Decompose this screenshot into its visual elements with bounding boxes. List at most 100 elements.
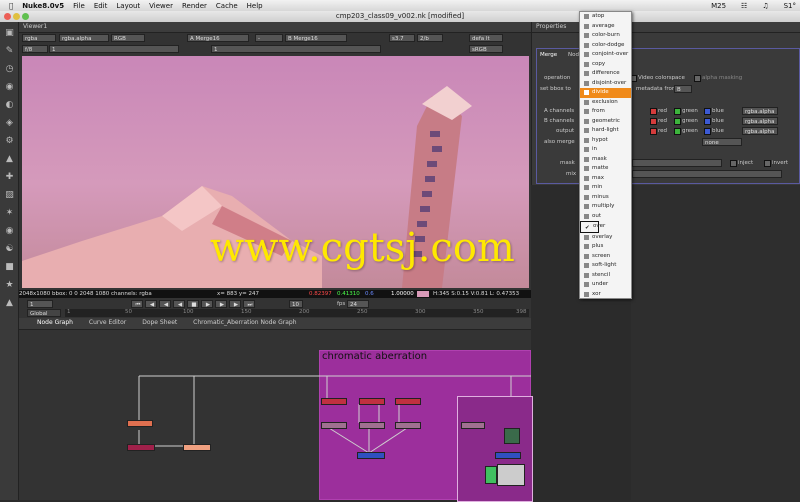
- inner-node-2[interactable]: [495, 452, 521, 459]
- ca-blue-node[interactable]: [395, 398, 421, 405]
- frame-field[interactable]: 1: [27, 300, 53, 308]
- menu-edit[interactable]: Edit: [94, 2, 108, 10]
- out-green-checkbox[interactable]: [674, 128, 681, 135]
- inner-node-4[interactable]: [497, 464, 525, 486]
- play-icon[interactable]: ▶: [201, 300, 213, 308]
- menu-file[interactable]: File: [73, 2, 85, 10]
- transform-tool-icon[interactable]: ✚: [4, 172, 15, 183]
- b-red-checkbox[interactable]: [650, 118, 657, 125]
- gain-slider[interactable]: 1: [49, 45, 179, 53]
- op-multiply[interactable]: multiply: [580, 202, 631, 212]
- time-tool-icon[interactable]: ◷: [4, 64, 15, 75]
- b-blue-checkbox[interactable]: [704, 118, 711, 125]
- menu-viewer[interactable]: Viewer: [149, 2, 173, 10]
- out-red-checkbox[interactable]: [650, 128, 657, 135]
- out-alpha-select[interactable]: rgba.alpha: [742, 127, 778, 135]
- op-in[interactable]: in: [580, 145, 631, 155]
- op-screen[interactable]: screen: [580, 252, 631, 262]
- next-key-icon[interactable]: ▶: [229, 300, 241, 308]
- ca-red-node[interactable]: [321, 398, 347, 405]
- stop-icon[interactable]: ■: [187, 300, 199, 308]
- close-icon[interactable]: [4, 13, 11, 20]
- viewer-node[interactable]: [504, 428, 520, 444]
- mask-select[interactable]: [632, 159, 722, 167]
- a-alpha-select[interactable]: rgba.alpha: [742, 107, 778, 115]
- grade-node[interactable]: [127, 420, 153, 427]
- op-over[interactable]: ✔ over: [580, 221, 605, 233]
- op-from[interactable]: from: [580, 107, 631, 117]
- image-tool-icon[interactable]: ▣: [4, 28, 15, 39]
- op-copy[interactable]: copy: [580, 60, 631, 70]
- mix-slider[interactable]: [632, 170, 782, 178]
- inner-backdrop[interactable]: [457, 396, 533, 502]
- next-frame-icon[interactable]: ▶: [215, 300, 227, 308]
- op-soft-light[interactable]: soft-light: [580, 261, 631, 271]
- inner-node-3[interactable]: [485, 466, 497, 484]
- op-hypot[interactable]: hypot: [580, 136, 631, 146]
- playbar-frame[interactable]: 10: [289, 300, 303, 308]
- inject-checkbox[interactable]: [730, 160, 737, 167]
- op-disjoint-over[interactable]: disjoint-over: [580, 79, 631, 89]
- invert-checkbox[interactable]: [764, 160, 771, 167]
- blend-select[interactable]: -: [255, 34, 283, 42]
- op-hard-light[interactable]: hard-light: [580, 126, 631, 136]
- last-frame-icon[interactable]: ⏭: [243, 300, 255, 308]
- op-min[interactable]: min: [580, 183, 631, 193]
- global-select[interactable]: Global: [27, 309, 61, 317]
- op-mask[interactable]: mask: [580, 155, 631, 165]
- op-stencil[interactable]: stencil: [580, 271, 631, 281]
- shuffle-node[interactable]: [127, 444, 155, 451]
- app-menu[interactable]: Nuke8.0v5: [22, 2, 64, 10]
- 3d-tool-icon[interactable]: ▨: [4, 190, 15, 201]
- op-xor[interactable]: xor: [580, 290, 631, 300]
- gain-field[interactable]: f/8: [22, 45, 48, 53]
- op-out[interactable]: out: [580, 212, 631, 222]
- op-color-dodge[interactable]: color-dodge: [580, 41, 631, 51]
- op-atop[interactable]: atop: [580, 12, 631, 22]
- draw-tool-icon[interactable]: ✎: [4, 46, 15, 57]
- keyer-tool-icon[interactable]: ⚙: [4, 136, 15, 147]
- metadata-select[interactable]: B: [674, 85, 692, 93]
- minimize-icon[interactable]: [13, 13, 20, 20]
- ca-transform-g[interactable]: [359, 422, 385, 429]
- toolsets-tool-icon[interactable]: ■: [4, 262, 15, 273]
- op-color-burn[interactable]: color-burn: [580, 31, 631, 41]
- size-select[interactable]: 2/b: [417, 34, 443, 42]
- op-max[interactable]: max: [580, 174, 631, 184]
- inner-node-1[interactable]: [461, 422, 485, 429]
- play-back-icon[interactable]: ◀: [173, 300, 185, 308]
- fps-field[interactable]: 24: [347, 300, 369, 308]
- filter-tool-icon[interactable]: ◈: [4, 118, 15, 129]
- op-average[interactable]: average: [580, 22, 631, 32]
- first-frame-icon[interactable]: ⏮: [131, 300, 143, 308]
- merge-node[interactable]: [183, 444, 211, 451]
- properties-tab[interactable]: Properties: [536, 23, 566, 30]
- channel-tool-icon[interactable]: ◉: [4, 82, 15, 93]
- wifi-icon[interactable]: ☷: [741, 2, 747, 10]
- a-green-checkbox[interactable]: [674, 108, 681, 115]
- zoom-icon[interactable]: [22, 13, 29, 20]
- lut-select[interactable]: sRGB: [469, 45, 503, 53]
- alpha-masking-checkbox[interactable]: [694, 75, 701, 82]
- alpha-select[interactable]: rgba.alpha: [59, 34, 109, 42]
- ca-transform-b[interactable]: [395, 422, 421, 429]
- status-m[interactable]: M25: [711, 2, 726, 10]
- b-alpha-select[interactable]: rgba.alpha: [742, 117, 778, 125]
- menu-layout[interactable]: Layout: [116, 2, 140, 10]
- menu-render[interactable]: Render: [182, 2, 207, 10]
- zoom-select[interactable]: s3.7: [389, 34, 415, 42]
- viewer-tab[interactable]: Viewer1: [23, 23, 47, 30]
- metadata-tool-icon[interactable]: ☯: [4, 244, 15, 255]
- menu-help[interactable]: Help: [247, 2, 263, 10]
- other-tool-icon[interactable]: ★: [4, 280, 15, 291]
- merge-tab[interactable]: Merge: [540, 52, 557, 58]
- status-s[interactable]: S1°: [784, 2, 796, 10]
- b-green-checkbox[interactable]: [674, 118, 681, 125]
- op-exclusion[interactable]: exclusion: [580, 98, 631, 108]
- prev-key-icon[interactable]: ◀: [145, 300, 157, 308]
- also-merge-select[interactable]: none: [702, 138, 742, 146]
- views-tool-icon[interactable]: ◉: [4, 226, 15, 237]
- op-conjoint-over[interactable]: conjoint-over: [580, 50, 631, 60]
- op-minus[interactable]: minus: [580, 193, 631, 203]
- op-overlay[interactable]: overlay: [580, 233, 631, 243]
